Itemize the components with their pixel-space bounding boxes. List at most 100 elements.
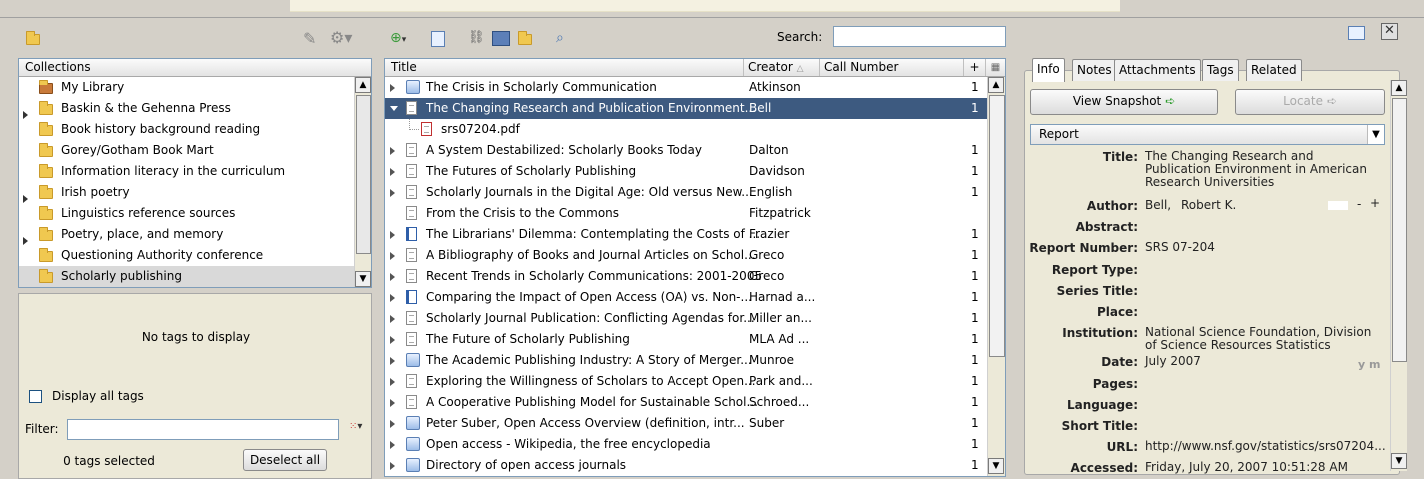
url-value[interactable]: http://www.nsf.gov/statistics/srs07204..… <box>1145 440 1386 453</box>
item-row[interactable]: The Librarians' Dilemma: Contemplating t… <box>385 224 987 245</box>
item-row[interactable]: Peter Suber, Open Access Overview (defin… <box>385 413 987 434</box>
expand-triangle-icon[interactable] <box>23 104 30 119</box>
tab-info[interactable]: Info <box>1032 58 1065 82</box>
items-scroll-down-icon[interactable]: ▼ <box>988 458 1004 474</box>
column-title[interactable]: Title <box>391 59 417 76</box>
accessed-value[interactable]: Friday, July 20, 2007 10:51:28 AM <box>1145 461 1380 474</box>
item-row[interactable]: Exploring the Willingness of Scholars to… <box>385 371 987 392</box>
date-value[interactable]: July 2007 <box>1145 355 1380 368</box>
expand-triangle-icon[interactable] <box>390 182 395 203</box>
expand-triangle-icon[interactable] <box>390 245 395 266</box>
fullscreen-icon[interactable] <box>1348 26 1365 40</box>
column-plus[interactable]: + <box>963 59 985 76</box>
display-all-checkbox[interactable] <box>29 390 42 403</box>
expand-triangle-icon[interactable] <box>390 224 395 245</box>
expand-triangle-icon[interactable] <box>390 308 395 329</box>
collection-item[interactable]: My Library <box>19 77 354 98</box>
expand-triangle-icon[interactable] <box>390 413 395 434</box>
add-note-icon[interactable] <box>431 31 445 47</box>
remove-author-button[interactable]: - <box>1357 198 1361 211</box>
item-row[interactable]: A System Destabilized: Scholarly Books T… <box>385 140 987 161</box>
expand-triangle-icon[interactable] <box>390 434 395 455</box>
snapshot-icon[interactable] <box>492 31 510 46</box>
item-row[interactable]: srs07204.pdf <box>385 119 987 140</box>
attach-icon[interactable] <box>518 31 532 45</box>
expand-triangle-icon[interactable] <box>390 350 395 371</box>
item-row[interactable]: The Changing Research and Publication En… <box>385 98 987 119</box>
item-scroll-up-icon[interactable]: ▲ <box>1391 80 1407 96</box>
title-value[interactable]: The Changing Research and Publication En… <box>1145 150 1380 189</box>
item-row[interactable]: Recent Trends in Scholarly Communication… <box>385 266 987 287</box>
author-last-name[interactable]: Bell, <box>1145 199 1171 212</box>
collection-item[interactable]: Linguistics reference sources <box>19 203 354 224</box>
item-scrollbar[interactable]: ▲ ▼ <box>1390 80 1407 471</box>
item-row[interactable]: Scholarly Journals in the Digital Age: O… <box>385 182 987 203</box>
tag-filter-input[interactable] <box>67 419 339 440</box>
scroll-thumb[interactable] <box>356 95 371 254</box>
expand-triangle-icon[interactable] <box>23 230 30 245</box>
institution-value[interactable]: National Science Foundation, Division of… <box>1145 326 1380 352</box>
expand-triangle-icon[interactable] <box>390 140 395 161</box>
tab-attachments[interactable]: Attachments <box>1114 59 1201 81</box>
item-row[interactable]: A Bibliography of Books and Journal Arti… <box>385 245 987 266</box>
column-call-number[interactable]: Call Number <box>819 59 963 76</box>
expand-triangle-icon[interactable] <box>390 287 395 308</box>
tab-related[interactable]: Related <box>1246 59 1302 81</box>
author-first-name[interactable]: Robert K. <box>1181 199 1236 212</box>
item-row[interactable]: From the Crisis to the Commons Fitzpatric… <box>385 203 987 224</box>
column-picker-icon[interactable]: ▦ <box>985 59 1005 76</box>
expand-triangle-icon[interactable] <box>390 266 395 287</box>
scroll-down-icon[interactable]: ▼ <box>355 271 371 287</box>
item-row[interactable]: Directory of open access journals 1 <box>385 455 987 476</box>
tab-notes[interactable]: Notes <box>1072 59 1117 81</box>
items-scroll-thumb[interactable] <box>989 95 1005 357</box>
collection-item[interactable]: Baskin & the Gehenna Press <box>19 98 354 119</box>
item-scroll-down-icon[interactable]: ▼ <box>1391 453 1407 469</box>
item-row[interactable]: A Cooperative Publishing Model for Susta… <box>385 392 987 413</box>
item-row[interactable]: The Crisis in Scholarly Communication Atk… <box>385 77 987 98</box>
new-collection-icon[interactable] <box>26 31 40 45</box>
items-scroll-up-icon[interactable]: ▲ <box>988 77 1004 93</box>
new-item-icon[interactable]: ⊕▾ <box>390 29 420 47</box>
report-number-value[interactable]: SRS 07-204 <box>1145 241 1380 254</box>
expand-triangle-icon[interactable] <box>390 329 395 350</box>
tag-menu-icon[interactable]: ⁙▾ <box>349 421 362 432</box>
expand-triangle-icon[interactable] <box>23 188 30 203</box>
collection-item[interactable]: Book history background reading <box>19 119 354 140</box>
collections-scrollbar[interactable]: ▲ ▼ <box>354 77 371 287</box>
view-snapshot-button[interactable]: View Snapshot ➪ <box>1030 89 1218 115</box>
item-row[interactable]: Scholarly Journal Publication: Conflicti… <box>385 308 987 329</box>
tab-tags[interactable]: Tags <box>1202 59 1239 81</box>
deselect-all-button[interactable]: Deselect all <box>243 449 327 471</box>
locate-button[interactable]: Locate ➪ <box>1235 89 1385 115</box>
items-scrollbar[interactable]: ▲ ▼ <box>987 77 1005 476</box>
item-row[interactable]: Comparing the Impact of Open Access (OA)… <box>385 287 987 308</box>
collapse-triangle-icon[interactable] <box>390 98 398 119</box>
collection-item[interactable]: Irish poetry <box>19 182 354 203</box>
item-row[interactable]: The Futures of Scholarly Publishing David… <box>385 161 987 182</box>
close-icon[interactable]: ✕ <box>1381 23 1398 40</box>
expand-triangle-icon[interactable] <box>390 371 395 392</box>
expand-triangle-icon[interactable] <box>390 77 395 98</box>
collection-item[interactable]: Questioning Authority conference <box>19 245 354 266</box>
collection-item[interactable]: Scholarly publishing <box>19 266 354 287</box>
item-row[interactable]: The Academic Publishing Industry: A Stor… <box>385 350 987 371</box>
item-row[interactable]: The Future of Scholarly Publishing MLA Ad… <box>385 329 987 350</box>
collection-item[interactable]: Gorey/Gotham Book Mart <box>19 140 354 161</box>
add-author-button[interactable]: + <box>1370 197 1380 210</box>
creator-type-swatch[interactable] <box>1328 201 1348 210</box>
item-type-select[interactable]: Report ▼ <box>1030 124 1385 145</box>
item-scroll-thumb[interactable] <box>1392 98 1407 362</box>
expand-triangle-icon[interactable] <box>390 392 395 413</box>
collection-item[interactable]: Poetry, place, and memory <box>19 224 354 245</box>
column-creator[interactable]: Creator △ <box>743 59 819 76</box>
link-icon[interactable]: ⛓ <box>468 29 486 47</box>
collection-item[interactable]: Information literacy in the curriculum <box>19 161 354 182</box>
gear-icon[interactable]: ⚙▾ <box>330 28 358 48</box>
scroll-up-icon[interactable]: ▲ <box>355 77 371 93</box>
expand-triangle-icon[interactable] <box>390 455 395 476</box>
item-row[interactable]: Open access - Wikipedia, the free encycl… <box>385 434 987 455</box>
search-icon[interactable]: ⌕ <box>556 29 574 47</box>
remove-collection-icon[interactable]: ✎ <box>303 30 321 48</box>
search-input[interactable] <box>833 26 1006 47</box>
